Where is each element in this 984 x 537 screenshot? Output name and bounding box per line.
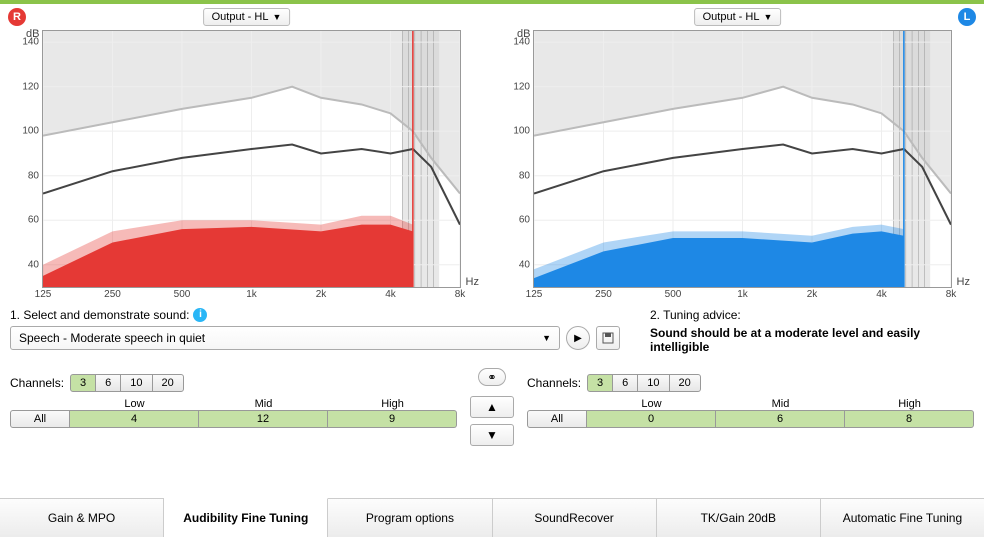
tuning-advice-label: 2. Tuning advice: xyxy=(650,308,974,322)
x-tick: 250 xyxy=(595,289,612,300)
x-tick: 2k xyxy=(807,289,818,300)
chevron-down-icon: ▼ xyxy=(272,12,281,22)
y-tick: 80 xyxy=(28,170,39,181)
y-tick: 40 xyxy=(519,259,530,270)
gain-cell[interactable]: 9 xyxy=(328,410,457,428)
y-tick: 140 xyxy=(22,37,39,48)
freq-col-label: Low xyxy=(70,398,199,410)
y-tick: 100 xyxy=(513,126,530,137)
chart-panel-left-ear: L Output - HL ▼ dB 406080100120140 12525… xyxy=(501,10,974,288)
all-button[interactable]: All xyxy=(527,410,587,428)
gain-cell[interactable]: 4 xyxy=(70,410,199,428)
channels-panel-l: Channels: 361020 Low Mid High All 0 6 8 xyxy=(527,374,974,428)
y-tick: 40 xyxy=(28,259,39,270)
freq-col-label: Mid xyxy=(199,398,328,410)
save-sound-button[interactable] xyxy=(596,326,620,350)
x-axis-label: Hz xyxy=(466,276,479,288)
y-tick: 120 xyxy=(513,81,530,92)
chevron-down-icon: ▼ xyxy=(542,333,551,343)
play-button[interactable]: ▶ xyxy=(566,326,590,350)
x-tick: 500 xyxy=(665,289,682,300)
x-tick: 1k xyxy=(246,289,257,300)
x-axis-label: Hz xyxy=(957,276,970,288)
tab-gain-mpo[interactable]: Gain & MPO xyxy=(0,499,164,537)
output-dropdown-r[interactable]: Output - HL ▼ xyxy=(203,8,291,26)
all-button[interactable]: All xyxy=(10,410,70,428)
x-tick: 8k xyxy=(455,289,466,300)
play-icon: ▶ xyxy=(574,333,582,344)
channel-count-button[interactable]: 10 xyxy=(120,374,152,392)
channels-panel-r: Channels: 361020 Low Mid High All 4 12 9 xyxy=(10,374,457,428)
y-tick: 100 xyxy=(22,126,39,137)
gain-cell[interactable]: 8 xyxy=(845,410,974,428)
arrow-down-icon: ▼ xyxy=(486,428,498,442)
channels-label: Channels: xyxy=(10,376,64,390)
freq-col-label: Low xyxy=(587,398,716,410)
channel-count-button[interactable]: 10 xyxy=(637,374,669,392)
channel-count-button[interactable]: 6 xyxy=(95,374,121,392)
tuning-advice-text: Sound should be at a moderate level and … xyxy=(650,326,974,354)
output-dropdown-l[interactable]: Output - HL ▼ xyxy=(694,8,782,26)
ear-badge-l: L xyxy=(958,8,976,26)
decrease-button[interactable]: ▼ xyxy=(470,424,514,446)
chart-panel-right-ear: R Output - HL ▼ dB 406080100120140 12525… xyxy=(10,10,483,288)
tab-soundrecover[interactable]: SoundRecover xyxy=(493,499,657,537)
freq-col-label: High xyxy=(845,398,974,410)
gain-cell[interactable]: 6 xyxy=(716,410,845,428)
chevron-down-icon: ▼ xyxy=(763,12,772,22)
x-tick: 4k xyxy=(385,289,396,300)
tab-tk-gain-20db[interactable]: TK/Gain 20dB xyxy=(657,499,821,537)
y-tick: 60 xyxy=(519,215,530,226)
x-tick: 1k xyxy=(737,289,748,300)
sound-select-value: Speech - Moderate speech in quiet xyxy=(19,331,205,345)
freq-col-label: Mid xyxy=(716,398,845,410)
freq-col-label: High xyxy=(328,398,457,410)
x-tick: 125 xyxy=(526,289,543,300)
info-icon[interactable]: i xyxy=(193,308,207,322)
y-tick: 60 xyxy=(28,215,39,226)
channel-count-button[interactable]: 3 xyxy=(70,374,96,392)
output-dropdown-label: Output - HL xyxy=(212,11,269,23)
gain-cell[interactable]: 0 xyxy=(587,410,716,428)
x-tick: 2k xyxy=(316,289,327,300)
tab-automatic-fine-tuning[interactable]: Automatic Fine Tuning xyxy=(821,499,984,537)
link-icon: ⚭ xyxy=(487,371,496,384)
gain-cell[interactable]: 12 xyxy=(199,410,328,428)
link-channels-button[interactable]: ⚭ xyxy=(478,368,506,386)
channel-count-button[interactable]: 20 xyxy=(152,374,184,392)
chart-r: 406080100120140 1252505001k2k4k8k xyxy=(42,30,461,288)
channels-label: Channels: xyxy=(527,376,581,390)
channel-count-button[interactable]: 6 xyxy=(612,374,638,392)
increase-button[interactable]: ▲ xyxy=(470,396,514,418)
arrow-up-icon: ▲ xyxy=(486,400,498,414)
tab-audibility-fine-tuning[interactable]: Audibility Fine Tuning xyxy=(164,498,328,537)
output-dropdown-label: Output - HL xyxy=(703,11,760,23)
tab-program-options[interactable]: Program options xyxy=(328,499,492,537)
x-tick: 4k xyxy=(876,289,887,300)
select-sound-label: 1. Select and demonstrate sound: xyxy=(10,308,189,322)
y-tick: 80 xyxy=(519,170,530,181)
y-tick: 120 xyxy=(22,81,39,92)
sound-select[interactable]: Speech - Moderate speech in quiet ▼ xyxy=(10,326,560,350)
y-tick: 140 xyxy=(513,37,530,48)
x-tick: 500 xyxy=(174,289,191,300)
x-tick: 250 xyxy=(104,289,121,300)
channel-count-button[interactable]: 3 xyxy=(587,374,613,392)
channel-count-button[interactable]: 20 xyxy=(669,374,701,392)
ear-badge-r: R xyxy=(8,8,26,26)
x-tick: 8k xyxy=(946,289,957,300)
chart-l: 406080100120140 1252505001k2k4k8k xyxy=(533,30,952,288)
save-icon xyxy=(602,332,614,344)
x-tick: 125 xyxy=(35,289,52,300)
